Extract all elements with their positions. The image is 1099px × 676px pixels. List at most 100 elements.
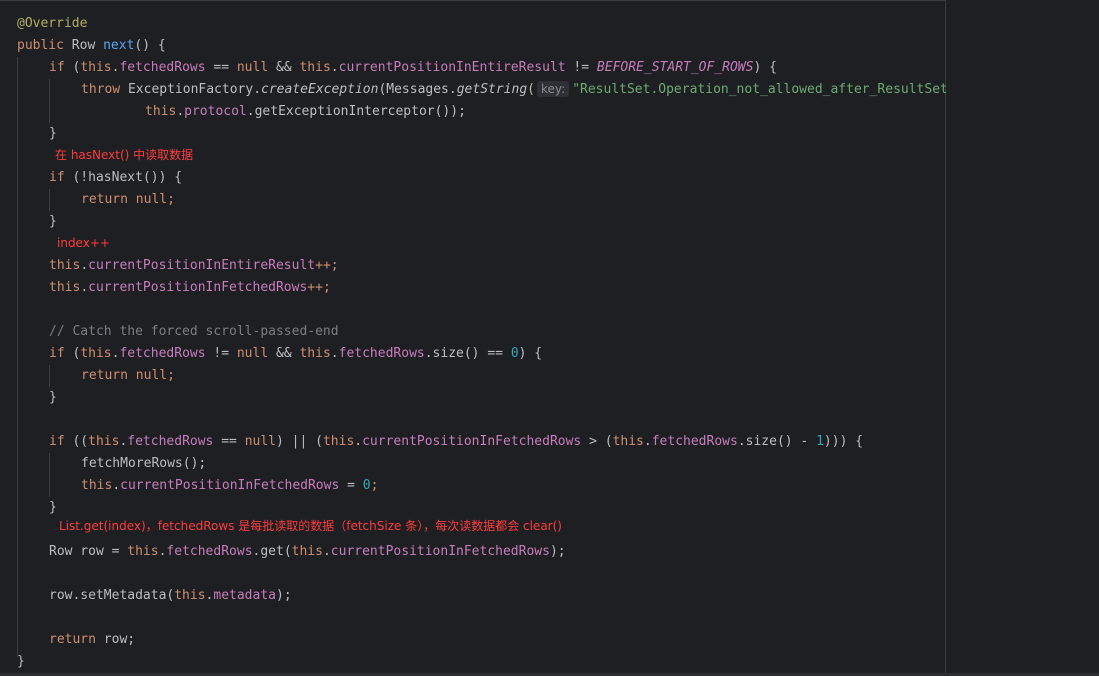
keyword-null: null	[236, 60, 269, 75]
parameter-hint: key:	[537, 81, 570, 97]
code-token: !=	[205, 346, 237, 361]
code-line-5[interactable]: this.protocol.getExceptionInterceptor())…	[0, 101, 466, 123]
field-current-position-entire: currentPositionInEntireResult	[338, 60, 566, 75]
keyword-null: null	[244, 434, 276, 449]
code-line-16[interactable]: if ((this.fetchedRows == null) || (this.…	[0, 431, 863, 453]
field-fetched-rows: fetchedRows	[119, 60, 206, 75]
field-current-position-entire: currentPositionInEntireResult	[88, 258, 316, 273]
keyword-throw: throw	[81, 82, 121, 97]
keyword-null: null	[135, 368, 168, 383]
code-token: &&	[268, 60, 300, 75]
class-exception-factory: ExceptionFactory.	[127, 82, 262, 97]
keyword-this: this	[88, 434, 120, 449]
annotation-note-index: index++	[57, 236, 110, 250]
code-line-21[interactable]: row.setMetadata(this.metadata);	[0, 585, 292, 607]
code-token: () {	[134, 38, 166, 53]
keyword-return: return	[81, 192, 128, 207]
code-token: ) {	[518, 346, 543, 361]
code-line-9[interactable]: }	[0, 211, 57, 233]
keyword-this: this	[612, 434, 644, 449]
code-token: ) {	[753, 60, 777, 75]
override-annotation: @Override	[17, 16, 88, 31]
keyword-this: this	[49, 280, 81, 295]
code-line-2[interactable]: public Row next() {	[0, 35, 166, 57]
code-token: .size() ==	[424, 346, 511, 361]
code-token: );	[549, 544, 566, 559]
keyword-this: this	[299, 60, 331, 75]
keyword-if: if	[49, 346, 65, 361]
keyword-if: if	[49, 170, 65, 185]
keyword-this: this	[80, 346, 112, 361]
keyword-this: this	[299, 346, 331, 361]
method-create-exception: createException	[261, 82, 379, 97]
constant-before-start: BEFORE_START_OF_ROWS	[596, 60, 754, 75]
field-fetched-rows: fetchedRows	[338, 346, 425, 361]
annotation-note-list-get: List.get(index)，fetchedRows 是每批读取的数据（fet…	[59, 519, 562, 533]
method-get-string: getString	[456, 82, 528, 97]
field-protocol: protocol	[184, 104, 247, 119]
code-line-14[interactable]: return null;	[0, 365, 175, 387]
code-token: ++;	[315, 258, 339, 273]
method-name-next: next	[103, 38, 135, 53]
keyword-this: this	[49, 258, 81, 273]
code-line-4[interactable]: throw ExceptionFactory.createException(M…	[0, 79, 1050, 101]
code-line-10[interactable]: this.currentPositionInEntireResult++;	[0, 255, 339, 277]
closing-brace: }	[49, 500, 57, 515]
keyword-this: this	[174, 588, 206, 603]
code-token: !=	[565, 60, 597, 75]
keyword-this: this	[145, 104, 177, 119]
code-line-13[interactable]: if (this.fetchedRows != null && this.fet…	[0, 343, 542, 365]
keyword-this: this	[81, 478, 113, 493]
field-fetched-rows: fetchedRows	[651, 434, 738, 449]
keyword-this: this	[80, 60, 112, 75]
field-fetched-rows: fetchedRows	[119, 346, 206, 361]
code-token: row;	[95, 632, 136, 647]
code-line-3[interactable]: if (this.fetchedRows == null && this.cur…	[0, 57, 777, 79]
field-fetched-rows: fetchedRows	[127, 434, 214, 449]
code-line-23[interactable]: }	[0, 651, 25, 673]
number-literal: 0	[362, 478, 371, 493]
keyword-public: public	[17, 38, 64, 53]
code-line-8[interactable]: return null;	[0, 189, 175, 211]
code-line-11[interactable]: this.currentPositionInFetchedRows++;	[0, 277, 331, 299]
code-token: ==	[213, 434, 245, 449]
closing-brace: }	[49, 390, 57, 405]
code-line-15[interactable]: }	[0, 387, 57, 409]
number-literal: 0	[510, 346, 519, 361]
code-line-18[interactable]: this.currentPositionInFetchedRows = 0;	[0, 475, 378, 497]
call-fetch-more-rows: fetchMoreRows();	[81, 456, 207, 471]
code-line-1[interactable]: @Override	[0, 13, 87, 35]
code-line-22[interactable]: return row;	[0, 629, 135, 651]
code-token: ))) {	[823, 434, 864, 449]
code-line-19[interactable]: }	[0, 497, 57, 519]
code-token: &&	[268, 346, 300, 361]
class-messages: (Messages.	[378, 82, 457, 97]
code-token: );	[276, 588, 292, 603]
keyword-return: return	[49, 632, 96, 647]
code-token: ) || (	[276, 434, 323, 449]
code-token: .size() -	[737, 434, 817, 449]
keyword-if: if	[49, 60, 65, 75]
keyword-this: this	[127, 544, 159, 559]
code-token: > (	[581, 434, 613, 449]
code-token: ;	[167, 192, 175, 207]
closing-brace: }	[17, 654, 25, 669]
field-current-position-fetched: currentPositionInFetchedRows	[330, 544, 550, 559]
call-set-metadata: row.setMetadata(	[49, 588, 175, 603]
field-fetched-rows: fetchedRows	[166, 544, 253, 559]
code-editor[interactable]: @Override public Row next() { if (this.f…	[0, 0, 1050, 674]
keyword-return: return	[81, 368, 128, 383]
code-line-20[interactable]: Row row = this.fetchedRows.get(this.curr…	[0, 541, 566, 563]
code-token: .get(	[252, 544, 292, 559]
code-line-17[interactable]: fetchMoreRows();	[0, 453, 206, 475]
code-token: ;	[370, 478, 379, 493]
code-token: Row row =	[49, 544, 128, 559]
annotation-note-hasnext: 在 hasNext() 中读取数据	[55, 148, 194, 162]
code-token: ;	[167, 368, 175, 383]
keyword-if: if	[49, 434, 65, 449]
number-literal: 1	[816, 434, 824, 449]
code-line-12[interactable]: // Catch the forced scroll-passed-end	[0, 321, 339, 343]
code-line-7[interactable]: if (!hasNext()) {	[0, 167, 182, 189]
code-line-6[interactable]: }	[0, 123, 57, 145]
closing-brace: }	[49, 126, 57, 141]
